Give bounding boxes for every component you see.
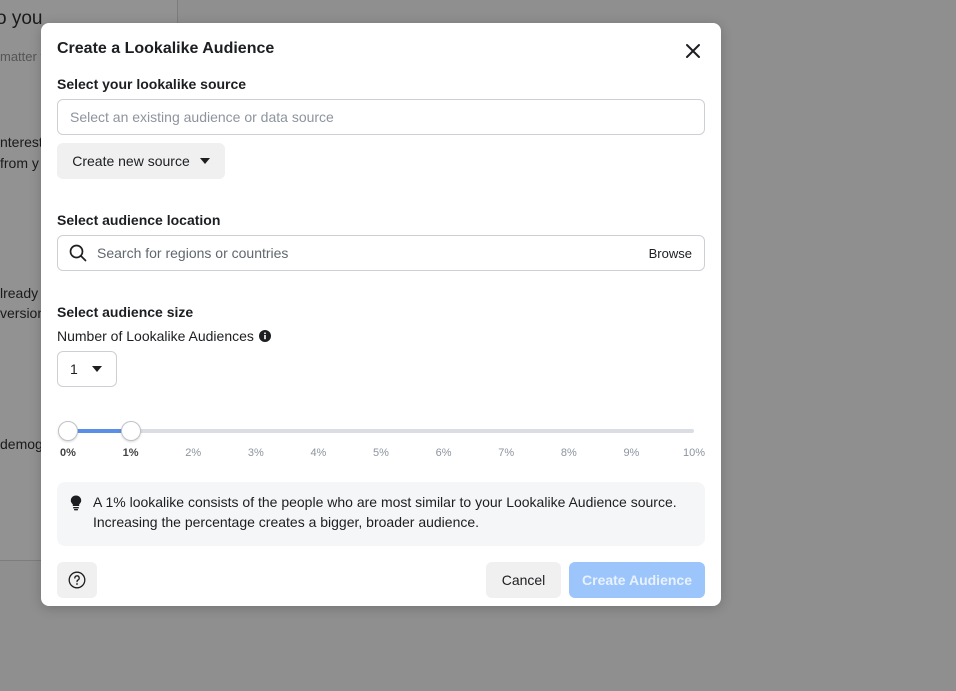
location-search-input[interactable]: Search for regions or countries Browse <box>57 235 705 271</box>
slider-tick-label: 2% <box>185 447 202 459</box>
slider-end-handle[interactable] <box>120 421 141 441</box>
slider-tick-label: 3% <box>247 447 264 459</box>
slider-tick-label: 10% <box>682 447 706 459</box>
source-label: Select your lookalike source <box>57 76 247 92</box>
caret-down-icon <box>199 158 210 164</box>
caret-down-icon <box>91 366 102 372</box>
cancel-button[interactable]: Cancel <box>486 562 561 598</box>
help-button[interactable] <box>57 562 97 598</box>
count-select[interactable]: 1 <box>57 351 117 387</box>
search-icon <box>69 244 87 262</box>
slider-start-handle[interactable] <box>58 421 78 441</box>
location-label: Select audience location <box>57 212 221 228</box>
close-icon <box>686 44 700 58</box>
bg-text: from y <box>0 155 39 171</box>
slider-tick-label: 4% <box>310 447 327 459</box>
create-audience-label: Create Audience <box>582 572 692 588</box>
lookalike-dialog: Create a Lookalike Audience Select your … <box>41 23 721 606</box>
bg-text: matter t <box>0 49 45 64</box>
create-new-source-button[interactable]: Create new source <box>57 143 225 179</box>
count-label: Number of Lookalike Audiences <box>57 328 254 344</box>
slider-tick-label: 9% <box>623 447 640 459</box>
count-value: 1 <box>70 361 78 377</box>
browse-link[interactable]: Browse <box>649 246 692 261</box>
slider-tick-label: 0% <box>60 447 76 459</box>
size-label: Select audience size <box>57 304 194 320</box>
dialog-title: Create a Lookalike Audience <box>57 40 275 57</box>
info-icon[interactable] <box>258 330 271 342</box>
slider-tick-label: 8% <box>560 447 577 459</box>
question-circle-icon <box>68 571 86 589</box>
info-text: A 1% lookalike consists of the people wh… <box>93 494 677 530</box>
slider-tick-label: 1% <box>122 447 139 459</box>
bg-text: version <box>0 305 46 321</box>
bg-text: o you <box>0 8 43 29</box>
close-button[interactable] <box>681 39 705 63</box>
slider-tick-label: 5% <box>373 447 389 459</box>
create-audience-button[interactable]: Create Audience <box>569 562 705 598</box>
source-placeholder: Select an existing audience or data sour… <box>70 109 334 125</box>
slider-tick-label: 6% <box>435 447 452 459</box>
slider-track <box>68 429 694 433</box>
create-new-source-label: Create new source <box>72 153 190 169</box>
slider-tick-label: 7% <box>498 447 515 459</box>
source-input[interactable]: Select an existing audience or data sour… <box>57 99 705 135</box>
cancel-label: Cancel <box>501 572 546 588</box>
count-label-row: Number of Lookalike Audiences <box>57 328 271 344</box>
lightbulb-icon <box>70 495 82 511</box>
bg-text: demog <box>0 436 43 452</box>
bg-text: nterest <box>0 134 43 150</box>
info-box: A 1% lookalike consists of the people wh… <box>57 482 705 546</box>
location-placeholder: Search for regions or countries <box>97 245 289 261</box>
